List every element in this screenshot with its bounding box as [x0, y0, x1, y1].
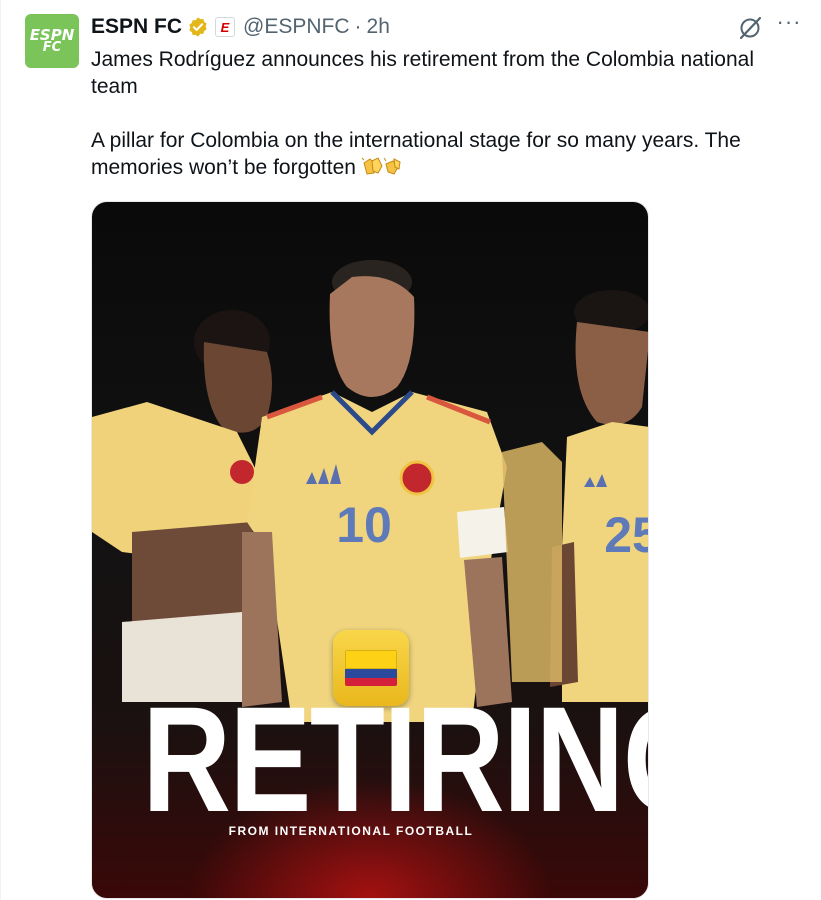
tweet-header: ESPN FC E @ESPNFC · 2h — [91, 14, 390, 40]
tweet-text: James Rodríguez announces his retirement… — [91, 46, 781, 181]
grok-icon[interactable] — [737, 15, 763, 41]
jersey-number-center: 10 — [336, 497, 392, 553]
tweet-paragraph-1: James Rodríguez announces his retirement… — [91, 46, 781, 100]
verified-badge-icon[interactable] — [187, 16, 209, 38]
separator-dot: · — [354, 15, 362, 38]
affiliate-badge[interactable]: E — [215, 17, 236, 37]
avatar-logo-line2: FC — [42, 39, 62, 55]
media-subline: FROM INTERNATIONAL FOOTBALL — [228, 824, 474, 838]
media-headline: RETIRING — [142, 675, 648, 843]
tweet-line-1: James Rodríguez announces his retirement… — [91, 48, 755, 98]
handle[interactable]: @ESPNFC — [243, 15, 350, 39]
colombia-flag-icon — [144, 80, 162, 92]
jersey-number-right: 25 — [604, 507, 649, 563]
left-border — [0, 0, 1, 900]
display-name[interactable]: ESPN FC — [91, 15, 182, 39]
tweet-media-image[interactable]: 10 25 RETIRING FROM INTERNATIONAL FOOTBA… — [91, 201, 649, 899]
timestamp[interactable]: 2h — [367, 15, 390, 39]
tweet-paragraph-2: A pillar for Colombia on the internation… — [91, 127, 781, 181]
more-options-icon[interactable]: ··· — [776, 11, 802, 36]
avatar[interactable]: ESPN FC — [25, 14, 79, 68]
clapping-hands-icon — [361, 157, 401, 175]
tweet-line-2: A pillar for Colombia on the internation… — [91, 129, 741, 179]
